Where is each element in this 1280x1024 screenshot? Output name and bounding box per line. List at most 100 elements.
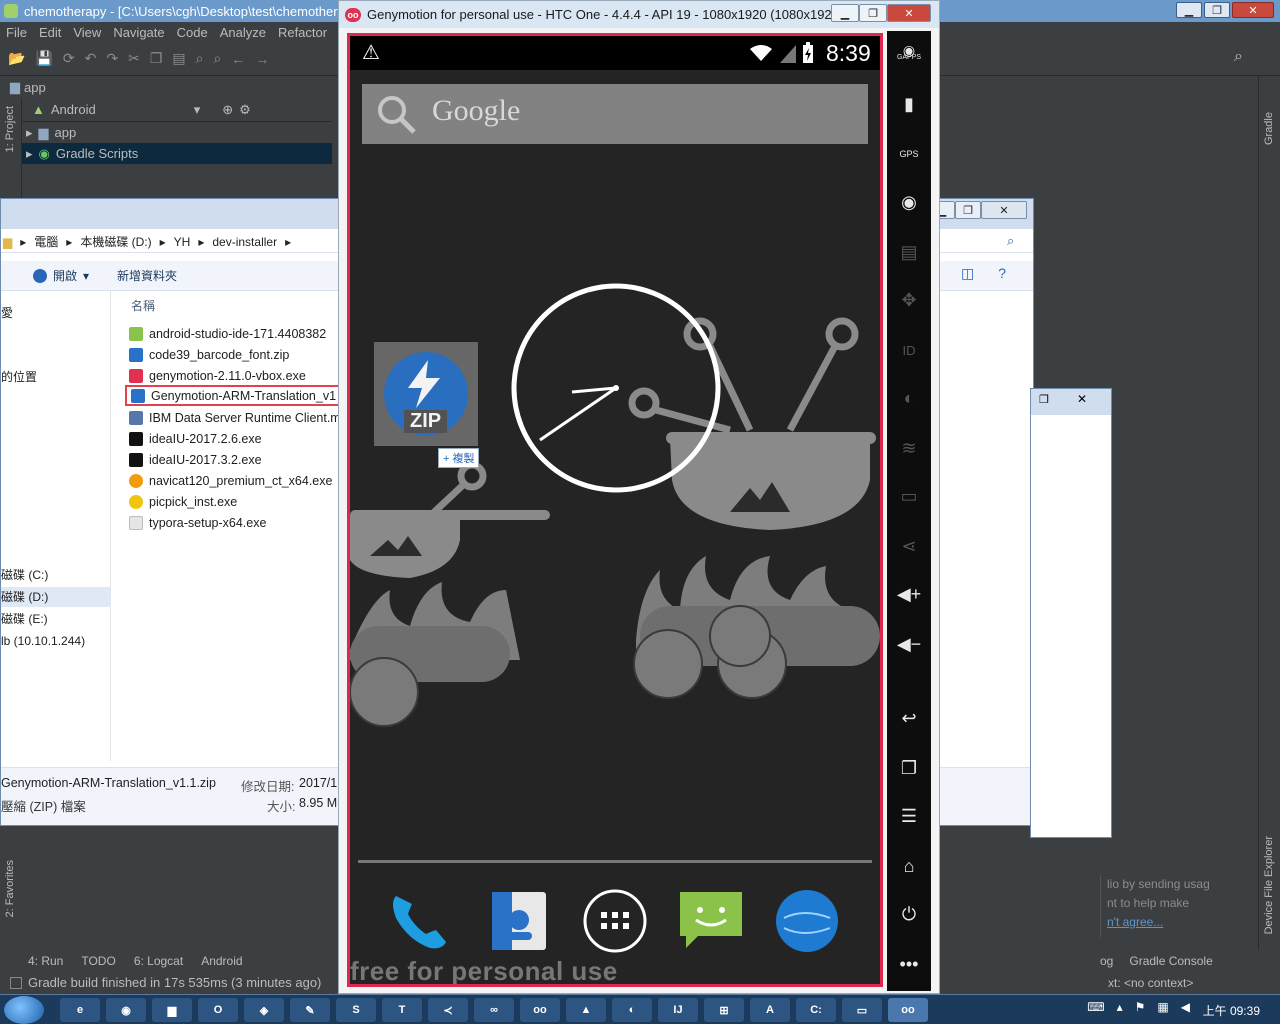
back-icon[interactable]: ← [231, 51, 245, 67]
chevron-down-icon[interactable]: ▾ [194, 102, 201, 118]
menu-analyze[interactable]: Analyze [214, 25, 272, 40]
tab-run[interactable]: 4: Run [28, 954, 63, 968]
minimize-button[interactable]: ▁ [1176, 2, 1202, 18]
tab-todo[interactable]: TODO [81, 954, 115, 968]
nav-drive-c[interactable]: 磁碟 (C:) [1, 565, 48, 585]
file-row-selected[interactable]: Genymotion-ARM-Translation_v1 [125, 385, 365, 406]
close-button[interactable]: ✕ [887, 4, 931, 22]
file-row[interactable]: IBM Data Server Runtime Client.m [129, 407, 369, 428]
sms-button[interactable]: ▭ [887, 481, 931, 511]
more-button[interactable]: ••• [887, 949, 931, 979]
camera-button[interactable]: ◉ [887, 187, 931, 217]
menu-button[interactable]: ☰ [887, 801, 931, 831]
project-view-selector[interactable]: Android [51, 102, 96, 117]
id-button[interactable]: ID [887, 335, 931, 365]
share-button[interactable]: ⋖ [887, 531, 931, 561]
new-folder-button[interactable]: 新增資料夾 [117, 267, 177, 284]
menu-refactor[interactable]: Refactor [272, 25, 333, 40]
move-button[interactable]: ✥ [887, 285, 931, 315]
settings-icon[interactable]: ⚙ [239, 102, 251, 118]
file-row[interactable]: picpick_inst.exe [129, 491, 369, 512]
terminal-icon[interactable]: ▭ [842, 998, 882, 1022]
messaging-icon[interactable] [678, 888, 744, 954]
tree-item-gradle-scripts[interactable]: ▸ ◉ Gradle Scripts [22, 143, 332, 164]
expand-tray-icon[interactable]: ▴ [1117, 1000, 1123, 1014]
file-row[interactable]: genymotion-2.11.0-vbox.exe [129, 365, 369, 386]
tree-item-app[interactable]: ▸ ▆ app [22, 122, 332, 143]
back-button[interactable]: ↩ [887, 703, 931, 733]
menu-navigate[interactable]: Navigate [107, 25, 170, 40]
sublime-icon[interactable]: S [336, 998, 376, 1022]
tab-event-log[interactable]: og [1100, 954, 1113, 968]
find-icon[interactable]: ⌕ [196, 50, 204, 67]
context-indicator[interactable]: xt: <no context> [1108, 976, 1193, 990]
power-button[interactable]: ⏻ [887, 899, 931, 929]
menu-file[interactable]: File [0, 25, 33, 40]
breadcrumb-app[interactable]: app [24, 80, 46, 95]
search-everywhere-icon[interactable]: ⌕ [1234, 48, 1243, 66]
maximize-button[interactable]: ❐ [1039, 393, 1049, 406]
genymotion-icon[interactable]: oo [520, 998, 560, 1022]
tab-favorites[interactable]: 2: Favorites [4, 860, 16, 917]
forward-icon[interactable]: → [255, 51, 269, 67]
start-button[interactable] [4, 996, 44, 1024]
file-row[interactable]: ideaIU-2017.3.2.exe [129, 449, 369, 470]
nav-favorites[interactable]: 愛 [1, 303, 13, 323]
network-icon[interactable]: ◈ [244, 998, 284, 1022]
menu-code[interactable]: Code [171, 25, 214, 40]
android-screen[interactable]: ⚠ 8:39 Google ZIP + 複製 free for personal… [347, 33, 883, 987]
cmd-icon[interactable]: C: [796, 998, 836, 1022]
close-button[interactable]: ✕ [1232, 2, 1274, 18]
cut-icon[interactable]: ✂ [128, 50, 140, 67]
tab-gradle-console[interactable]: Gradle Console [1129, 954, 1212, 968]
file-row[interactable]: navicat120_premium_ct_x64.exe [129, 470, 369, 491]
volume-icon[interactable]: ◀ [1181, 1000, 1190, 1014]
sync-icon[interactable]: ⟳ [63, 50, 75, 67]
notepad-icon[interactable]: ✎ [290, 998, 330, 1022]
copy-icon[interactable]: ❐ [150, 50, 163, 67]
breadcrumb-dev-installer[interactable]: dev-installer ▸ [212, 235, 291, 249]
menu-edit[interactable]: Edit [33, 25, 67, 40]
nav-recent-places[interactable]: 的位置 [1, 367, 37, 387]
nav-network-drive[interactable]: lb (10.10.1.244) [1, 631, 85, 651]
breadcrumb-drive-d[interactable]: 本機磁碟 (D:) ▸ [80, 233, 165, 250]
close-button[interactable]: ✕ [1077, 392, 1087, 406]
tab-device-file-explorer[interactable]: Device File Explorer [1263, 836, 1275, 934]
ie-icon[interactable]: e [60, 998, 100, 1022]
wallpaper[interactable] [350, 70, 880, 984]
volume-up-button[interactable]: ◀+ [887, 579, 931, 609]
browser-icon[interactable] [774, 888, 840, 954]
file-row[interactable]: code39_barcode_font.zip [129, 344, 369, 365]
checkbox-icon[interactable] [10, 976, 22, 989]
tab-logcat[interactable]: 6: Logcat [134, 954, 183, 968]
open-button[interactable]: 開啟 ▾ [33, 267, 89, 284]
visual-studio-icon[interactable]: ∞ [474, 998, 514, 1022]
taskbar-clock[interactable]: 上午 09:39 [1203, 1002, 1260, 1019]
chevron-right-icon[interactable]: ▸ [26, 125, 33, 141]
genymotion-active-icon[interactable]: oo [888, 998, 928, 1022]
office-icon[interactable]: O [198, 998, 238, 1022]
adobe-icon[interactable]: A [750, 998, 790, 1022]
chrome-icon[interactable]: ◉ [106, 998, 146, 1022]
paste-icon[interactable]: ▤ [172, 50, 185, 67]
tab-android-profiler[interactable]: Android [201, 954, 242, 968]
gapps-button[interactable]: ◉ GAPPS [887, 39, 931, 69]
maximize-button[interactable]: ❐ [955, 201, 981, 219]
close-button[interactable]: ✕ [981, 201, 1027, 219]
chevron-right-icon[interactable]: ▸ [26, 146, 33, 162]
column-header-name[interactable]: 名稱 [131, 297, 155, 314]
redo-icon[interactable]: ↷ [106, 50, 118, 67]
contacts-icon[interactable] [486, 888, 552, 954]
help-icon[interactable]: ? [998, 265, 1006, 282]
text-editor-icon[interactable]: T [382, 998, 422, 1022]
picpick-icon[interactable]: ◐ [612, 998, 652, 1022]
tab-gradle[interactable]: Gradle [1263, 112, 1275, 145]
undo-icon[interactable]: ↶ [85, 50, 97, 67]
battery-button[interactable]: ▮ [887, 89, 931, 119]
nav-drive-e[interactable]: 磁碟 (E:) [1, 609, 48, 629]
recent-apps-button[interactable]: ❐ [887, 753, 931, 783]
preview-pane-icon[interactable]: ◫ [961, 265, 974, 282]
keyboard-icon[interactable]: ⌨ [1087, 1000, 1104, 1014]
home-button[interactable]: ⌂ [887, 851, 931, 881]
file-row[interactable]: ideaIU-2017.2.6.exe [129, 428, 369, 449]
